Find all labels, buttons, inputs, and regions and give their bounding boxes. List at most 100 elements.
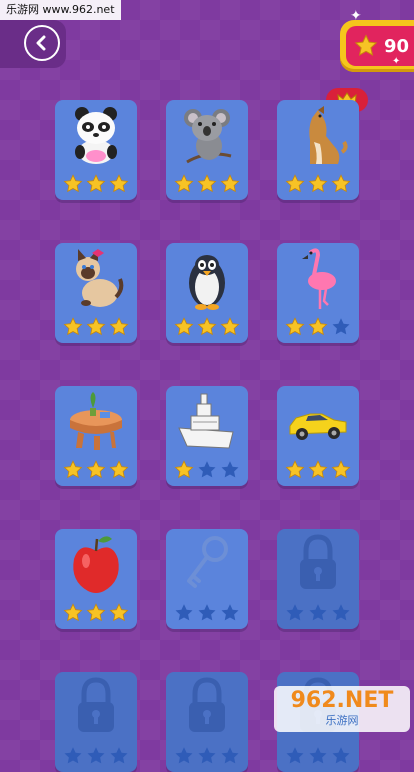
watermark-brand-cn: 乐游网 [325, 714, 359, 727]
star-empty-icon [221, 747, 239, 764]
star-filled-icon [174, 174, 194, 193]
star-filled-icon [63, 317, 83, 336]
star-filled-icon [86, 603, 106, 622]
star-rating [166, 603, 248, 623]
koala-icon [184, 109, 232, 164]
level-card[interactable] [55, 100, 137, 200]
star-filled-icon [331, 460, 351, 479]
star-filled-icon [63, 460, 83, 479]
star-rating [277, 603, 359, 623]
star-filled-icon [63, 174, 83, 193]
sparkle-icon: ✦ [350, 8, 362, 24]
star-empty-icon [286, 747, 304, 764]
star-count: 90 [384, 35, 410, 57]
star-rating [277, 746, 359, 766]
star-rating [166, 317, 248, 337]
star-empty-icon [175, 604, 193, 621]
car-icon [289, 413, 347, 440]
star-filled-icon [174, 460, 194, 479]
star-filled-icon [86, 317, 106, 336]
chevron-left-icon [36, 35, 46, 51]
level-card[interactable] [166, 243, 248, 343]
star-empty-icon [221, 604, 239, 621]
star-empty-icon [309, 604, 327, 621]
star-empty-icon [87, 747, 105, 764]
star-filled-icon [63, 603, 83, 622]
star-filled-icon [285, 174, 305, 193]
star-empty-icon [198, 747, 216, 764]
star-filled-icon [109, 603, 129, 622]
penguin-icon [189, 255, 225, 310]
star-counter: 90 [340, 20, 414, 72]
star-rating [55, 603, 137, 623]
star-empty-icon [332, 604, 350, 621]
watermark-brand: 962.NET [290, 688, 394, 713]
star-empty-icon [309, 747, 327, 764]
star-icon [354, 34, 378, 56]
lock-icon [78, 677, 114, 732]
level-card[interactable] [277, 243, 359, 343]
star-filled-icon [308, 174, 328, 193]
star-empty-icon [175, 747, 193, 764]
level-card[interactable] [166, 529, 248, 629]
star-empty-icon [332, 318, 350, 335]
sparkle-icon: ✦ [392, 56, 401, 67]
site-watermark-logo: 962.NET 乐游网 [274, 686, 410, 732]
star-filled-icon [109, 460, 129, 479]
level-card[interactable] [166, 100, 248, 200]
star-filled-icon [197, 174, 217, 193]
star-rating [55, 317, 137, 337]
dog-icon [309, 106, 348, 164]
back-button[interactable] [24, 25, 60, 61]
level-card-locked[interactable] [166, 672, 248, 772]
site-watermark: 乐游网 www.962.net [0, 0, 121, 20]
level-card[interactable] [55, 243, 137, 343]
star-filled-icon [220, 174, 240, 193]
star-filled-icon [308, 317, 328, 336]
star-empty-icon [332, 747, 350, 764]
star-filled-icon [86, 174, 106, 193]
star-empty-icon [286, 604, 304, 621]
star-filled-icon [285, 460, 305, 479]
flamingo-icon [302, 248, 336, 309]
level-grid [55, 100, 359, 772]
level-card[interactable] [277, 100, 359, 200]
table-icon [70, 392, 122, 450]
star-empty-icon [198, 461, 216, 478]
star-rating [55, 460, 137, 480]
star-filled-icon [285, 317, 305, 336]
star-rating [277, 174, 359, 194]
star-filled-icon [308, 460, 328, 479]
star-empty-icon [64, 747, 82, 764]
star-rating [277, 460, 359, 480]
level-card-locked[interactable] [55, 672, 137, 772]
level-card-locked[interactable] [277, 529, 359, 629]
star-rating [55, 746, 137, 766]
lock-icon [189, 677, 225, 732]
level-card[interactable] [55, 386, 137, 486]
star-rating [166, 174, 248, 194]
boat-icon [178, 393, 234, 449]
star-empty-icon [198, 604, 216, 621]
star-empty-icon [110, 747, 128, 764]
star-rating [55, 174, 137, 194]
cat-icon [76, 249, 124, 307]
level-card[interactable] [166, 386, 248, 486]
star-filled-icon [220, 317, 240, 336]
star-filled-icon [331, 174, 351, 193]
panda-icon [75, 107, 117, 164]
level-card[interactable] [277, 386, 359, 486]
star-filled-icon [174, 317, 194, 336]
star-filled-icon [86, 460, 106, 479]
star-rating [277, 317, 359, 337]
star-filled-icon [197, 317, 217, 336]
key-icon [187, 536, 228, 588]
apple-icon [73, 536, 119, 593]
level-card[interactable] [55, 529, 137, 629]
star-rating [166, 746, 248, 766]
star-filled-icon [109, 317, 129, 336]
star-empty-icon [221, 461, 239, 478]
star-filled-icon [109, 174, 129, 193]
lock-icon [300, 534, 336, 589]
star-rating [166, 460, 248, 480]
